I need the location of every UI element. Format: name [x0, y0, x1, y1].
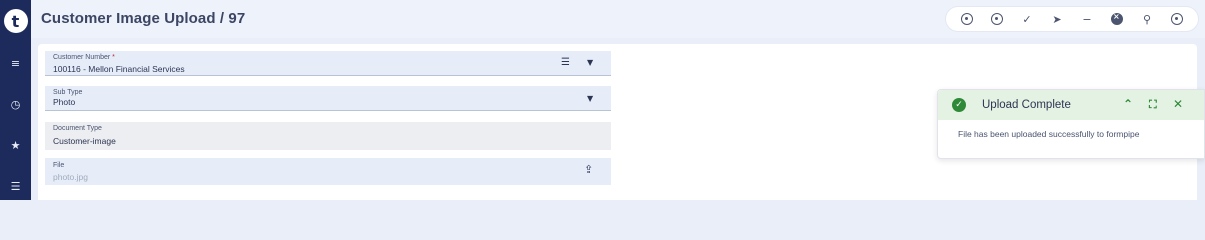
- history-nav-icon[interactable]: ◷: [0, 98, 31, 111]
- left-nav-rail: t ≡ ◷ ★ ☰: [0, 0, 31, 200]
- upload-complete-toast: ✓ Upload Complete ⌃ ⛶ ✕ File has been up…: [937, 89, 1205, 159]
- send-icon[interactable]: ➤: [1042, 7, 1072, 31]
- customer-number-field[interactable]: Customer Number * 100116 - Mellon Financ…: [45, 51, 611, 76]
- chevron-down-icon[interactable]: ▼: [587, 94, 593, 103]
- file-placeholder: photo.jpg: [53, 172, 88, 182]
- list-icon[interactable]: ☰: [0, 180, 31, 193]
- info-icon[interactable]: [1162, 7, 1192, 31]
- favorites-star-icon[interactable]: ★: [0, 139, 31, 152]
- history-icon[interactable]: [952, 7, 982, 31]
- sub-type-value: Photo: [53, 97, 76, 107]
- chevron-down-icon[interactable]: ▼: [587, 58, 593, 67]
- required-asterisk: *: [112, 54, 115, 61]
- file-field[interactable]: File photo.jpg ⇪: [45, 158, 611, 185]
- minus-icon[interactable]: −: [1072, 7, 1102, 31]
- chevron-up-icon[interactable]: ⌃: [1123, 97, 1133, 111]
- expand-icon[interactable]: ⛶: [1149, 98, 1157, 112]
- list-lookup-icon[interactable]: ☰: [561, 57, 570, 68]
- upload-icon[interactable]: ⇪: [584, 163, 593, 176]
- file-label: File: [53, 162, 65, 169]
- toast-header: ✓ Upload Complete ⌃ ⛶ ✕: [938, 90, 1204, 120]
- document-type-value: Customer-image: [53, 136, 116, 146]
- customer-number-value: 100116 - Mellon Financial Services: [53, 64, 185, 74]
- menu-icon[interactable]: ≡: [0, 57, 31, 70]
- check-icon[interactable]: ✓: [1012, 7, 1042, 31]
- page-header: Customer Image Upload / 97 ✓ ➤ − × ⚲: [31, 0, 1205, 38]
- document-type-field: Document Type Customer-image: [45, 122, 611, 150]
- toast-message: File has been uploaded successfully to f…: [958, 129, 1140, 139]
- app-logo[interactable]: t: [3, 9, 28, 33]
- sub-type-label: Sub Type: [53, 89, 83, 96]
- toast-title: Upload Complete: [982, 99, 1071, 111]
- page-title: Customer Image Upload / 97: [41, 10, 246, 27]
- success-check-icon: ✓: [952, 98, 966, 112]
- close-icon[interactable]: ✕: [1173, 97, 1183, 111]
- sub-type-field[interactable]: Sub Type Photo ▼: [45, 86, 611, 111]
- search-icon[interactable]: ⚲: [1132, 7, 1162, 31]
- cancel-icon[interactable]: [982, 7, 1012, 31]
- delete-icon[interactable]: ×: [1102, 7, 1132, 31]
- document-type-label: Document Type: [53, 125, 102, 132]
- customer-number-label: Customer Number: [53, 54, 111, 61]
- action-toolbar: ✓ ➤ − × ⚲: [946, 7, 1198, 31]
